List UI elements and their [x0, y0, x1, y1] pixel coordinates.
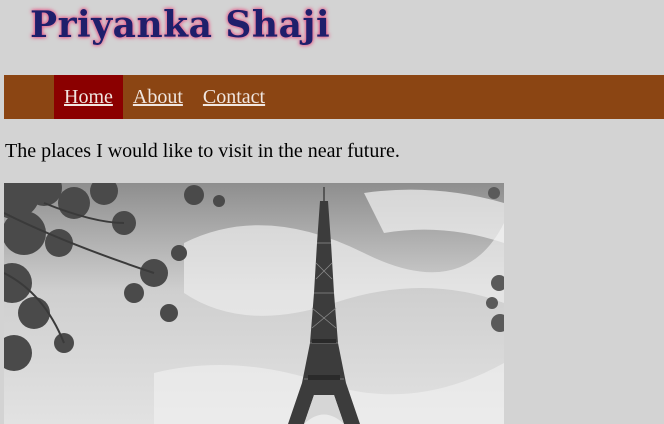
photo-graphic	[4, 183, 504, 424]
nav-link-contact[interactable]: Contact	[193, 75, 275, 119]
eiffel-tower-photo	[4, 183, 504, 424]
nav-link-home[interactable]: Home	[54, 75, 123, 119]
nav-link-about[interactable]: About	[123, 75, 193, 119]
site-title: Priyanka Shaji	[30, 4, 331, 46]
main-navbar: Home About Contact	[4, 75, 664, 119]
intro-text: The places I would like to visit in the …	[5, 140, 400, 162]
